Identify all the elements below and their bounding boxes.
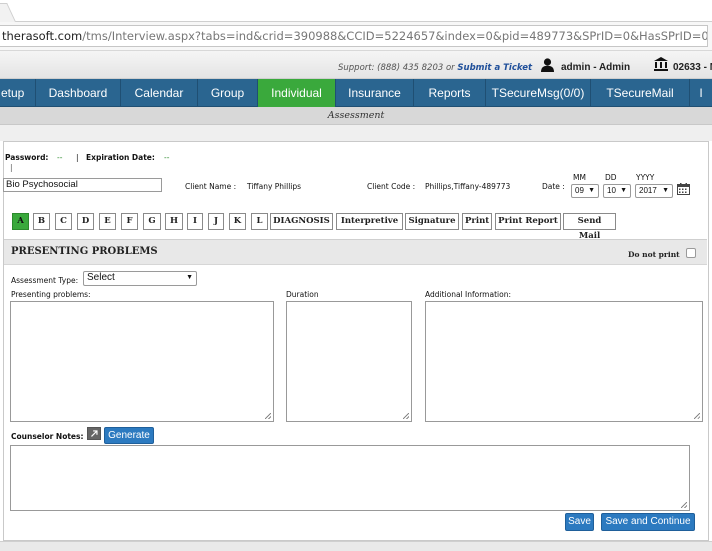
browser-tab-strip bbox=[0, 0, 712, 22]
section-tab-signature[interactable]: Signature bbox=[405, 213, 459, 230]
client-code: Phillips,Tiffany-489773 bbox=[425, 182, 511, 191]
year-value: 2017 bbox=[639, 186, 657, 195]
additional-info-textarea[interactable] bbox=[425, 301, 703, 422]
section-tab-e[interactable]: E bbox=[99, 213, 116, 230]
assessment-type-select[interactable]: Select ▼ bbox=[83, 271, 197, 286]
chevron-down-icon: ▼ bbox=[662, 187, 669, 194]
resize-grip-icon[interactable] bbox=[694, 413, 700, 419]
section-tab-g[interactable]: G bbox=[143, 213, 161, 230]
url-field[interactable]: therasoft.com/tms/Interview.aspx?tabs=in… bbox=[0, 25, 708, 47]
counselor-notes-label: Counselor Notes: bbox=[11, 432, 84, 441]
password-value: -- bbox=[57, 153, 63, 162]
user-icon bbox=[541, 58, 554, 72]
chevron-down-icon: ▼ bbox=[186, 274, 193, 281]
password-label: Password: bbox=[5, 153, 49, 162]
chevron-down-icon: ▼ bbox=[620, 187, 627, 194]
date-label: Date : bbox=[542, 182, 565, 191]
nav-dashboard[interactable]: Dashboard bbox=[36, 79, 121, 107]
save-button[interactable]: Save bbox=[565, 513, 594, 531]
nav-more[interactable]: I bbox=[690, 79, 712, 107]
browser-tab[interactable] bbox=[0, 3, 16, 22]
section-tab-print[interactable]: Print bbox=[462, 213, 492, 230]
label-separator: | bbox=[76, 153, 79, 162]
support-bar: Support: (888) 435 8203 or Submit a Tick… bbox=[0, 51, 712, 79]
expiration-value: -- bbox=[164, 153, 170, 162]
section-tab-j[interactable]: J bbox=[208, 213, 224, 230]
nav-calendar[interactable]: Calendar bbox=[121, 79, 198, 107]
nav-tsecuremail[interactable]: TSecureMail bbox=[591, 79, 690, 107]
duration-label: Duration bbox=[286, 290, 319, 299]
additional-info-label: Additional Information: bbox=[425, 290, 511, 299]
nav-insurance[interactable]: Insurance bbox=[336, 79, 414, 107]
account-label[interactable]: 02633 - Mis bbox=[673, 62, 712, 73]
presenting-problems-textarea[interactable] bbox=[10, 301, 274, 422]
nav-reports[interactable]: Reports bbox=[414, 79, 486, 107]
chevron-down-icon: ▼ bbox=[588, 187, 595, 194]
month-value: 09 bbox=[575, 186, 584, 195]
section-tab-h[interactable]: H bbox=[165, 213, 183, 230]
assessment-type-label: Assessment Type: bbox=[11, 276, 79, 285]
calendar-icon[interactable] bbox=[677, 183, 690, 195]
page-footer-strip bbox=[0, 541, 712, 551]
expiration-label: Expiration Date: bbox=[86, 153, 155, 162]
section-tab-l[interactable]: L bbox=[251, 213, 268, 230]
section-tab-send-mail[interactable]: Send Mail bbox=[563, 213, 616, 241]
section-tab-diagnosis[interactable]: DIAGNOSIS bbox=[270, 213, 333, 230]
browser-address-bar: therasoft.com/tms/Interview.aspx?tabs=in… bbox=[0, 22, 712, 51]
assessment-type-value: Select bbox=[87, 272, 115, 283]
section-tab-c[interactable]: C bbox=[55, 213, 72, 230]
counselor-notes-textarea[interactable] bbox=[10, 445, 690, 511]
url-host: therasoft.com bbox=[2, 29, 83, 43]
section-tab-interpretive[interactable]: Interpretive bbox=[336, 213, 403, 230]
day-label: DD bbox=[605, 173, 617, 182]
institution-icon bbox=[654, 57, 668, 71]
month-select[interactable]: 09 ▼ bbox=[571, 184, 599, 198]
section-title: PRESENTING PROBLEMS bbox=[11, 246, 158, 257]
duration-textarea[interactable] bbox=[286, 301, 412, 422]
main-nav: etup Dashboard Calendar Group Individual… bbox=[0, 79, 712, 107]
section-tab-print-report[interactable]: Print Report bbox=[495, 213, 561, 230]
resize-grip-icon[interactable] bbox=[681, 502, 687, 508]
assessment-name-field[interactable]: Bio Psychosocial bbox=[3, 178, 162, 192]
client-name: Tiffany Phillips bbox=[247, 182, 302, 191]
support-phone: Support: (888) 435 8203 or bbox=[338, 63, 458, 73]
nav-individual[interactable]: Individual bbox=[258, 79, 336, 107]
day-value: 10 bbox=[607, 186, 616, 195]
presenting-problems-label: Presenting problems: bbox=[11, 290, 91, 299]
support-text: Support: (888) 435 8203 or Submit a Tick… bbox=[338, 63, 532, 73]
resize-grip-icon[interactable] bbox=[403, 413, 409, 419]
section-tab-b[interactable]: B bbox=[33, 213, 50, 230]
resize-grip-icon[interactable] bbox=[265, 413, 271, 419]
nav-group[interactable]: Group bbox=[198, 79, 258, 107]
expand-icon[interactable] bbox=[87, 427, 101, 440]
page-subtitle: Assessment bbox=[0, 107, 712, 125]
nav-setup[interactable]: etup bbox=[0, 79, 36, 107]
do-not-print-checkbox[interactable] bbox=[686, 248, 696, 258]
section-tab-k[interactable]: K bbox=[229, 213, 246, 230]
client-name-label: Client Name : bbox=[185, 182, 237, 191]
url-path: /tms/Interview.aspx?tabs=ind&crid=390988… bbox=[82, 29, 708, 43]
client-code-label: Client Code : bbox=[367, 182, 416, 191]
section-tab-a[interactable]: A bbox=[12, 213, 29, 230]
user-label[interactable]: admin - Admin bbox=[561, 62, 630, 73]
section-tab-f[interactable]: F bbox=[121, 213, 138, 230]
year-select[interactable]: 2017 ▼ bbox=[635, 184, 673, 198]
do-not-print-label: Do not print bbox=[628, 250, 680, 259]
day-select[interactable]: 10 ▼ bbox=[603, 184, 631, 198]
submit-ticket-link[interactable]: Submit a Ticket bbox=[457, 63, 532, 73]
month-label: MM bbox=[573, 173, 586, 182]
generate-button[interactable]: Generate bbox=[104, 427, 154, 444]
small-separator: | bbox=[10, 163, 13, 172]
section-tab-d[interactable]: D bbox=[77, 213, 94, 230]
year-label: YYYY bbox=[636, 173, 655, 182]
gutter bbox=[0, 125, 712, 141]
nav-tsecuremsg[interactable]: TSecureMsg(0/0) bbox=[486, 79, 591, 107]
section-tab-i[interactable]: I bbox=[187, 213, 203, 230]
save-and-continue-button[interactable]: Save and Continue bbox=[601, 513, 695, 531]
